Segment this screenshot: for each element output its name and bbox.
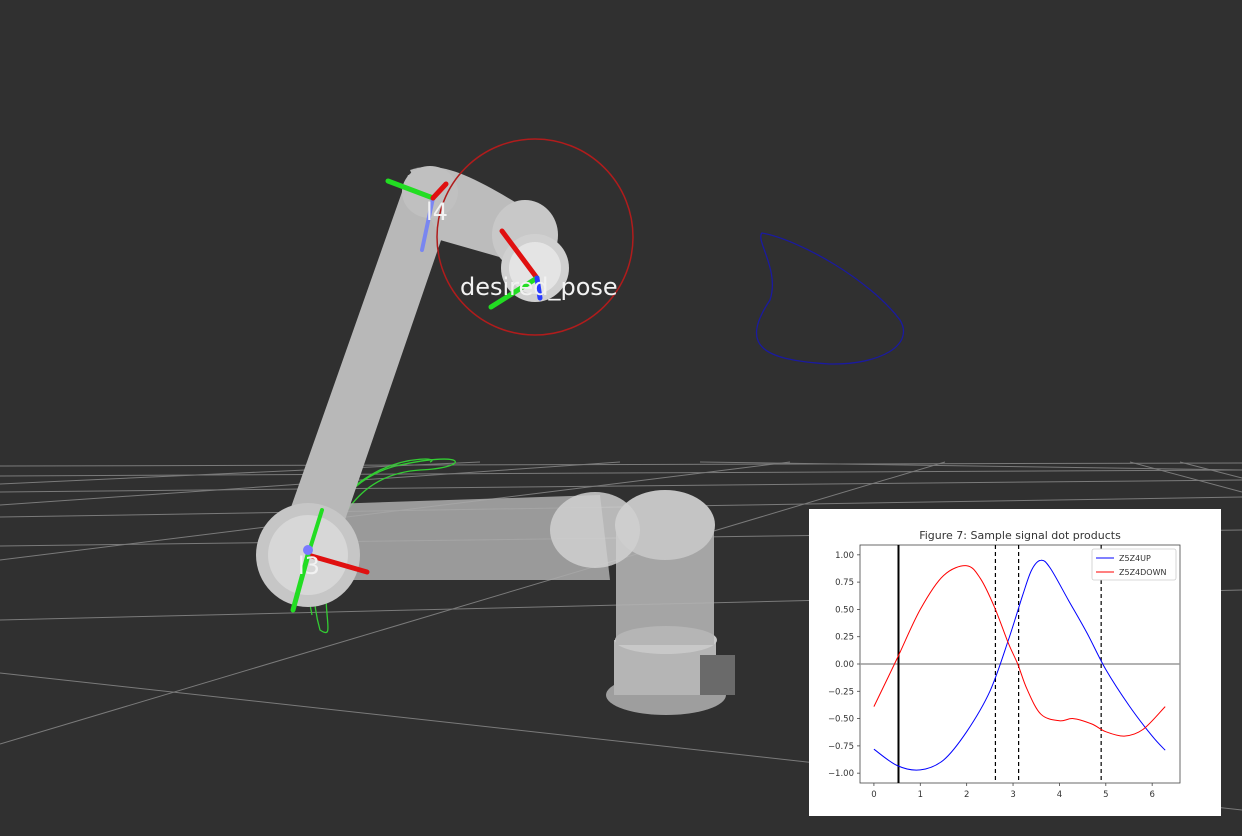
frame-label-l4: l4: [426, 198, 448, 226]
y-tick-label: 1.00: [835, 551, 854, 561]
blue-trajectory-trace: [755, 232, 905, 365]
x-tick-label: 4: [1057, 790, 1062, 800]
y-tick-label: −1.00: [828, 769, 854, 779]
y-tick-label: 0.75: [835, 578, 854, 588]
y-tick-label: 0.25: [835, 633, 854, 643]
robot-arm: [256, 166, 735, 715]
legend-label: Z5Z4DOWN: [1119, 568, 1167, 577]
x-tick-label: 5: [1103, 790, 1108, 800]
series-line-z5z4up: [873, 559, 1166, 771]
y-tick-label: −0.75: [828, 742, 854, 752]
x-tick-label: 0: [871, 790, 876, 800]
y-tick-label: −0.25: [828, 687, 854, 697]
y-tick-label: 0.50: [835, 605, 854, 615]
series-line-z5z4down: [873, 565, 1166, 737]
frame-label-l3: l3: [298, 552, 320, 580]
signal-plot-panel: Figure 7: Sample signal dot products 0 1 2 3…: [809, 509, 1221, 816]
legend-label: Z5Z4UP: [1119, 554, 1151, 563]
y-tick-label: 0.00: [835, 660, 854, 670]
chart-title: Figure 7: Sample signal dot products: [919, 529, 1121, 542]
rviz-3d-viewport[interactable]: l4 desired_pose l3 Figure 7: Sample sign…: [0, 0, 1242, 836]
x-tick-label: 1: [918, 790, 923, 800]
signal-dot-product-chart: Figure 7: Sample signal dot products 0 1 2 3…: [828, 529, 1181, 800]
x-tick-label: 2: [964, 790, 969, 800]
x-tick-label: 6: [1149, 790, 1154, 800]
y-tick-label: −0.50: [828, 715, 854, 725]
x-tick-label: 3: [1010, 790, 1015, 800]
frame-label-desired-pose: desired_pose: [460, 273, 618, 301]
